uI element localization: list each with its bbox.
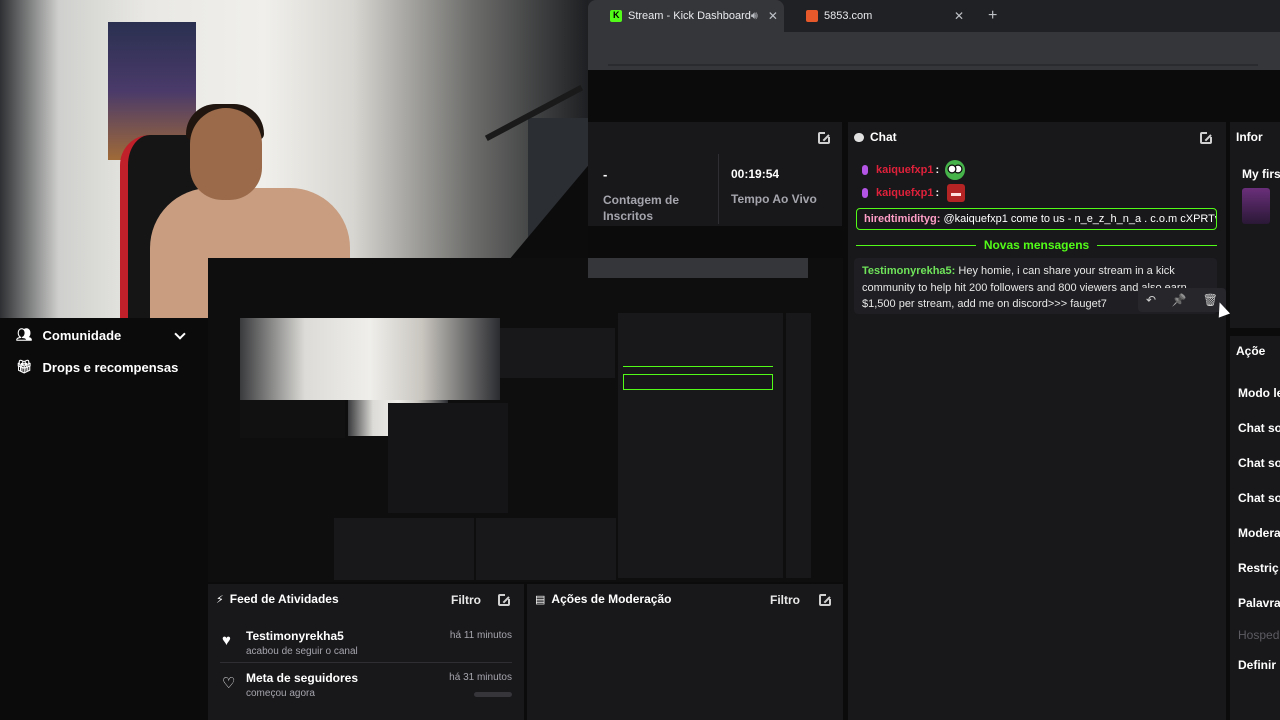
browser-tabbar: K Stream - Kick Dashboard 🔊︎ ✕ 5853.com …: [588, 0, 1280, 32]
tab-5853[interactable]: 5853.com ✕: [784, 0, 972, 32]
gift-icon: 🎁︎: [16, 359, 33, 374]
mic-icon: [862, 188, 868, 198]
highlighted-message: hiredtimidityg: @kaiquefxp1 come to us -…: [856, 208, 1217, 230]
chat-colon: :: [935, 187, 940, 199]
expand-icon[interactable]: [1200, 131, 1213, 144]
info-panel: Infor My firs: [1230, 122, 1280, 328]
feed-time: há 11 minutos: [449, 630, 512, 641]
info-title: Infor: [1236, 130, 1263, 144]
stream-thumbnail: [1242, 188, 1270, 224]
feed-sub: começou agora: [246, 688, 315, 699]
tab-title: Stream - Kick Dashboard: [628, 10, 751, 22]
chat-title: Chat: [870, 130, 897, 144]
feed-title: Feed de Atividades: [229, 592, 339, 606]
heart-icon: ♥: [222, 632, 231, 649]
expand-icon[interactable]: [818, 131, 831, 144]
chevron-down-icon[interactable]: [174, 328, 186, 340]
action-item[interactable]: Chat so: [1238, 491, 1280, 505]
close-tab-icon[interactable]: ✕: [954, 9, 964, 23]
chat-icon: [854, 132, 864, 142]
chat-username[interactable]: kaiquefxp1: [876, 187, 933, 199]
expand-icon[interactable]: [819, 593, 832, 606]
new-tab-button[interactable]: +: [988, 7, 997, 25]
emote-icon: [947, 184, 966, 202]
speaker-icon[interactable]: 🔊︎: [751, 10, 758, 23]
mic-icon: [862, 165, 868, 175]
stream-preview-recursion: [208, 258, 843, 582]
action-item[interactable]: Restriç: [1238, 561, 1279, 575]
chat-message: kaiquefxp1 :: [862, 184, 966, 202]
orange-icon: [806, 10, 818, 22]
action-item[interactable]: Hosped: [1238, 628, 1279, 642]
divider-label: Novas mensagens: [983, 238, 1090, 252]
actions-title: Açõe: [1236, 344, 1266, 358]
feed-item: ♥ Testimonyrekha5 acabou de seguir o can…: [220, 629, 512, 665]
sidebar-item-drops[interactable]: 🎁︎ Drops e recompensas: [16, 359, 178, 375]
activity-feed-panel: ⚡︎ Feed de Atividades Filtro ♥ Testimony…: [208, 584, 524, 720]
progress-bar: [474, 692, 512, 697]
sidebar-item-label: Drops e recompensas: [42, 359, 179, 375]
chat-username[interactable]: hiredtimidityg:: [864, 213, 940, 225]
heart-outline-icon: ♡: [222, 675, 236, 692]
lightning-icon: ⚡︎: [216, 593, 224, 606]
feed-sub: acabou de seguir o canal: [246, 646, 358, 657]
action-item[interactable]: Chat so: [1238, 421, 1280, 435]
action-item[interactable]: Chat so: [1238, 456, 1280, 470]
followers-label: Contagem de Inscritos: [603, 193, 680, 223]
actions-panel: Açõe Modo le Chat so Chat so Chat so Mod…: [1230, 336, 1280, 720]
sidebar-item-label: Comunidade: [42, 327, 122, 343]
chat-colon: :: [935, 164, 940, 176]
feed-time: há 31 minutos: [449, 672, 512, 683]
action-item[interactable]: Definir r: [1238, 658, 1280, 672]
screen: K Stream - Kick Dashboard 🔊︎ ✕ 5853.com …: [0, 0, 1280, 720]
community-icon: 👥︎: [16, 327, 33, 342]
live-time: 00:19:54: [731, 167, 780, 181]
mouse-cursor: [1213, 300, 1231, 318]
kick-icon: K: [610, 10, 622, 22]
stream-title: My firs: [1242, 167, 1280, 181]
live-time-label: Tempo Ao Vivo: [731, 192, 817, 206]
pin-icon[interactable]: 📌: [1172, 293, 1187, 307]
document-icon: ▤: [535, 593, 546, 606]
feed-name: Meta de seguidores: [246, 671, 359, 685]
moderation-panel: ▤ Ações de Moderação Filtro: [527, 584, 843, 720]
expand-icon[interactable]: [498, 593, 511, 606]
chat-text: @kaiquefxp1 come to us - n_e_z_h_n_a . c…: [940, 213, 1217, 225]
address-bar[interactable]: [588, 32, 1280, 70]
moderation-title: Ações de Moderação: [551, 592, 672, 606]
tab-title: 5853.com: [824, 10, 873, 22]
close-tab-icon[interactable]: ✕: [768, 9, 778, 23]
feed-item: ♡ Meta de seguidores começou agora há 31…: [220, 671, 512, 707]
reply-icon[interactable]: ↶: [1146, 293, 1156, 307]
new-messages-divider: Novas mensagens: [856, 238, 1218, 252]
message-actions: ↶ 📌 🗑: [1138, 288, 1226, 312]
filter-button[interactable]: Filtro: [770, 593, 800, 607]
chat-message: kaiquefxp1 :: [862, 160, 966, 180]
action-item[interactable]: Modera: [1238, 526, 1280, 540]
followers-count: -: [603, 167, 608, 182]
feed-name: Testimonyrekha5: [246, 629, 344, 643]
tab-kick-dashboard[interactable]: K Stream - Kick Dashboard 🔊︎ ✕: [588, 0, 784, 32]
emote-icon: [945, 160, 966, 180]
stats-panel: - Contagem de Inscritos 00:19:54 Tempo A…: [588, 122, 842, 226]
action-item[interactable]: Palavra: [1238, 596, 1280, 610]
action-item[interactable]: Modo le: [1238, 386, 1280, 400]
chat-username[interactable]: Testimonyrekha5:: [862, 265, 955, 277]
chat-username[interactable]: kaiquefxp1: [876, 164, 933, 176]
sidebar-item-comunidade[interactable]: 👥︎ Comunidade: [16, 327, 121, 343]
filter-button[interactable]: Filtro: [451, 593, 481, 607]
chat-panel: Chat kaiquefxp1 : kaiquefxp1 : hiredtimi…: [848, 122, 1231, 720]
